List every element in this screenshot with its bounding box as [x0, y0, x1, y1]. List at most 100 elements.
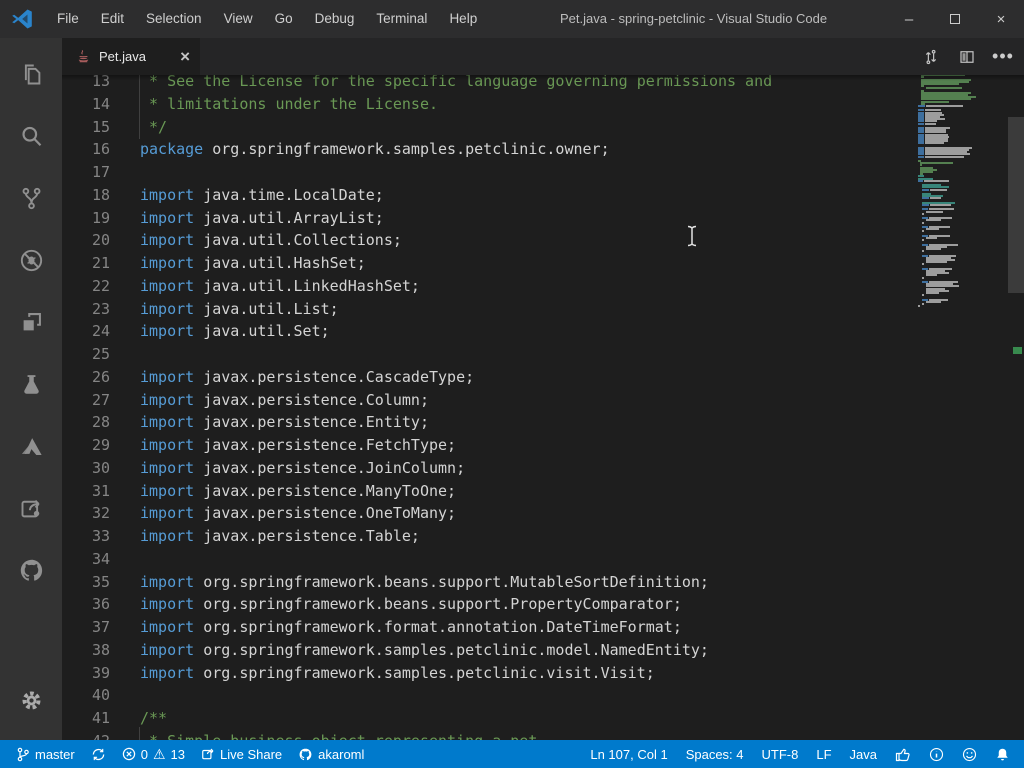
cursor-position[interactable]: Ln 107, Col 1 [590, 747, 667, 762]
menu-terminal[interactable]: Terminal [365, 0, 438, 38]
menu-help[interactable]: Help [438, 0, 488, 38]
code-line[interactable]: 16package org.springframework.samples.pe… [62, 138, 1024, 161]
code-line[interactable]: 20import java.util.Collections; [62, 229, 1024, 252]
menu-view[interactable]: View [213, 0, 264, 38]
branch-name: master [35, 747, 75, 762]
menu-debug[interactable]: Debug [304, 0, 366, 38]
live-share-status[interactable]: Live Share [201, 747, 282, 762]
code-line[interactable]: 37import org.springframework.format.anno… [62, 616, 1024, 639]
code-line[interactable]: 30import javax.persistence.JoinColumn; [62, 457, 1024, 480]
code-line[interactable]: 27import javax.persistence.Column; [62, 389, 1024, 412]
code-line[interactable]: 14 * limitations under the License. [62, 93, 1024, 116]
code-line[interactable]: 29import javax.persistence.FetchType; [62, 434, 1024, 457]
code-line[interactable]: 25 [62, 343, 1024, 366]
editor-scrollbar[interactable] [1008, 75, 1024, 740]
minimap-row [926, 228, 939, 230]
maximize-button[interactable] [932, 0, 978, 38]
line-text: import java.util.LinkedHashSet; [110, 275, 420, 298]
feedback-smiley-icon[interactable] [962, 747, 977, 762]
code-line[interactable]: 15 */ [62, 116, 1024, 139]
line-number: 29 [62, 434, 110, 457]
language-mode[interactable]: Java [850, 747, 877, 762]
open-changes-icon[interactable] [918, 44, 944, 70]
code-line[interactable]: 34 [62, 548, 1024, 571]
explorer-icon[interactable] [0, 48, 62, 100]
code-line[interactable]: 33import javax.persistence.Table; [62, 525, 1024, 548]
code-line[interactable]: 17 [62, 161, 1024, 184]
code-line[interactable]: 21import java.util.HashSet; [62, 252, 1024, 275]
github-account-status[interactable]: akaroml [298, 747, 364, 762]
line-text: import java.util.ArrayList; [110, 207, 384, 230]
code-line[interactable]: 31import javax.persistence.ManyToOne; [62, 480, 1024, 503]
line-text: import org.springframework.format.annota… [110, 616, 682, 639]
line-number: 23 [62, 298, 110, 321]
menu-edit[interactable]: Edit [90, 0, 135, 38]
code-line[interactable]: 35import org.springframework.beans.suppo… [62, 571, 1024, 594]
code-line[interactable]: 38import org.springframework.samples.pet… [62, 639, 1024, 662]
close-tab-icon[interactable]: × [180, 48, 190, 65]
code-line[interactable]: 28import javax.persistence.Entity; [62, 411, 1024, 434]
window-controls: – × [886, 0, 1024, 38]
live-share-icon[interactable] [0, 482, 62, 534]
minimap-row [918, 156, 964, 158]
minimap-row [922, 250, 924, 252]
info-icon[interactable] [929, 747, 944, 762]
code-line[interactable]: 40 [62, 684, 1024, 707]
git-branch-icon [16, 747, 30, 762]
line-number: 32 [62, 502, 110, 525]
minimize-button[interactable]: – [886, 0, 932, 38]
code-line[interactable]: 32import javax.persistence.OneToMany; [62, 502, 1024, 525]
code-line[interactable]: 24import java.util.Set; [62, 320, 1024, 343]
line-number: 19 [62, 207, 110, 230]
code-line[interactable]: 18import java.time.LocalDate; [62, 184, 1024, 207]
code-line[interactable]: 36import org.springframework.beans.suppo… [62, 593, 1024, 616]
menu-file[interactable]: File [46, 0, 90, 38]
settings-gear-icon[interactable] [0, 674, 62, 726]
feedback-thumbs-up-icon[interactable] [895, 747, 911, 762]
line-number: 42 [62, 730, 110, 740]
close-window-button[interactable]: × [978, 0, 1024, 38]
tab-pet-java[interactable]: Pet.java × [62, 38, 200, 75]
menu-selection[interactable]: Selection [135, 0, 213, 38]
source-control-icon[interactable] [0, 172, 62, 224]
code-line[interactable]: 23import java.util.List; [62, 298, 1024, 321]
sync-button[interactable] [91, 747, 106, 762]
azure-icon[interactable] [0, 420, 62, 472]
git-branch-status[interactable]: master [16, 747, 75, 762]
search-icon[interactable] [0, 110, 62, 162]
more-actions-icon[interactable]: ••• [990, 44, 1016, 70]
notifications-bell-icon[interactable] [995, 747, 1010, 762]
indentation[interactable]: Spaces: 4 [686, 747, 744, 762]
github-icon[interactable] [0, 544, 62, 596]
code-line[interactable]: 41/** [62, 707, 1024, 730]
code-line[interactable]: 39import org.springframework.samples.pet… [62, 662, 1024, 685]
line-number: 14 [62, 93, 110, 116]
code-line[interactable]: 19import java.util.ArrayList; [62, 207, 1024, 230]
sync-icon [91, 747, 106, 762]
split-editor-icon[interactable] [954, 44, 980, 70]
menu-go[interactable]: Go [264, 0, 304, 38]
test-beaker-icon[interactable] [0, 358, 62, 410]
code-line[interactable]: 42 * Simple business object representing… [62, 730, 1024, 740]
encoding[interactable]: UTF-8 [762, 747, 799, 762]
scrollbar-thumb[interactable] [1008, 117, 1024, 293]
code-line[interactable]: 22import java.util.LinkedHashSet; [62, 275, 1024, 298]
line-number: 28 [62, 411, 110, 434]
debug-disabled-icon[interactable] [0, 234, 62, 286]
extensions-icon[interactable] [0, 296, 62, 348]
minimap[interactable] [918, 75, 1008, 392]
line-number: 30 [62, 457, 110, 480]
github-status-icon [298, 747, 313, 762]
editor-pane[interactable]: 13 * See the License for the specific la… [62, 75, 1024, 740]
line-number: 38 [62, 639, 110, 662]
account-name: akaroml [318, 747, 364, 762]
minimap-row [921, 101, 949, 103]
eol-sequence[interactable]: LF [816, 747, 831, 762]
minimap-row [922, 204, 951, 206]
code-lines: 13 * See the License for the specific la… [62, 75, 1024, 740]
error-count: 0 [141, 747, 148, 762]
problems-status[interactable]: 0 ⚠ 13 [122, 747, 185, 762]
code-line[interactable]: 26import javax.persistence.CascadeType; [62, 366, 1024, 389]
line-number: 15 [62, 116, 110, 139]
minimap-row [926, 292, 939, 294]
